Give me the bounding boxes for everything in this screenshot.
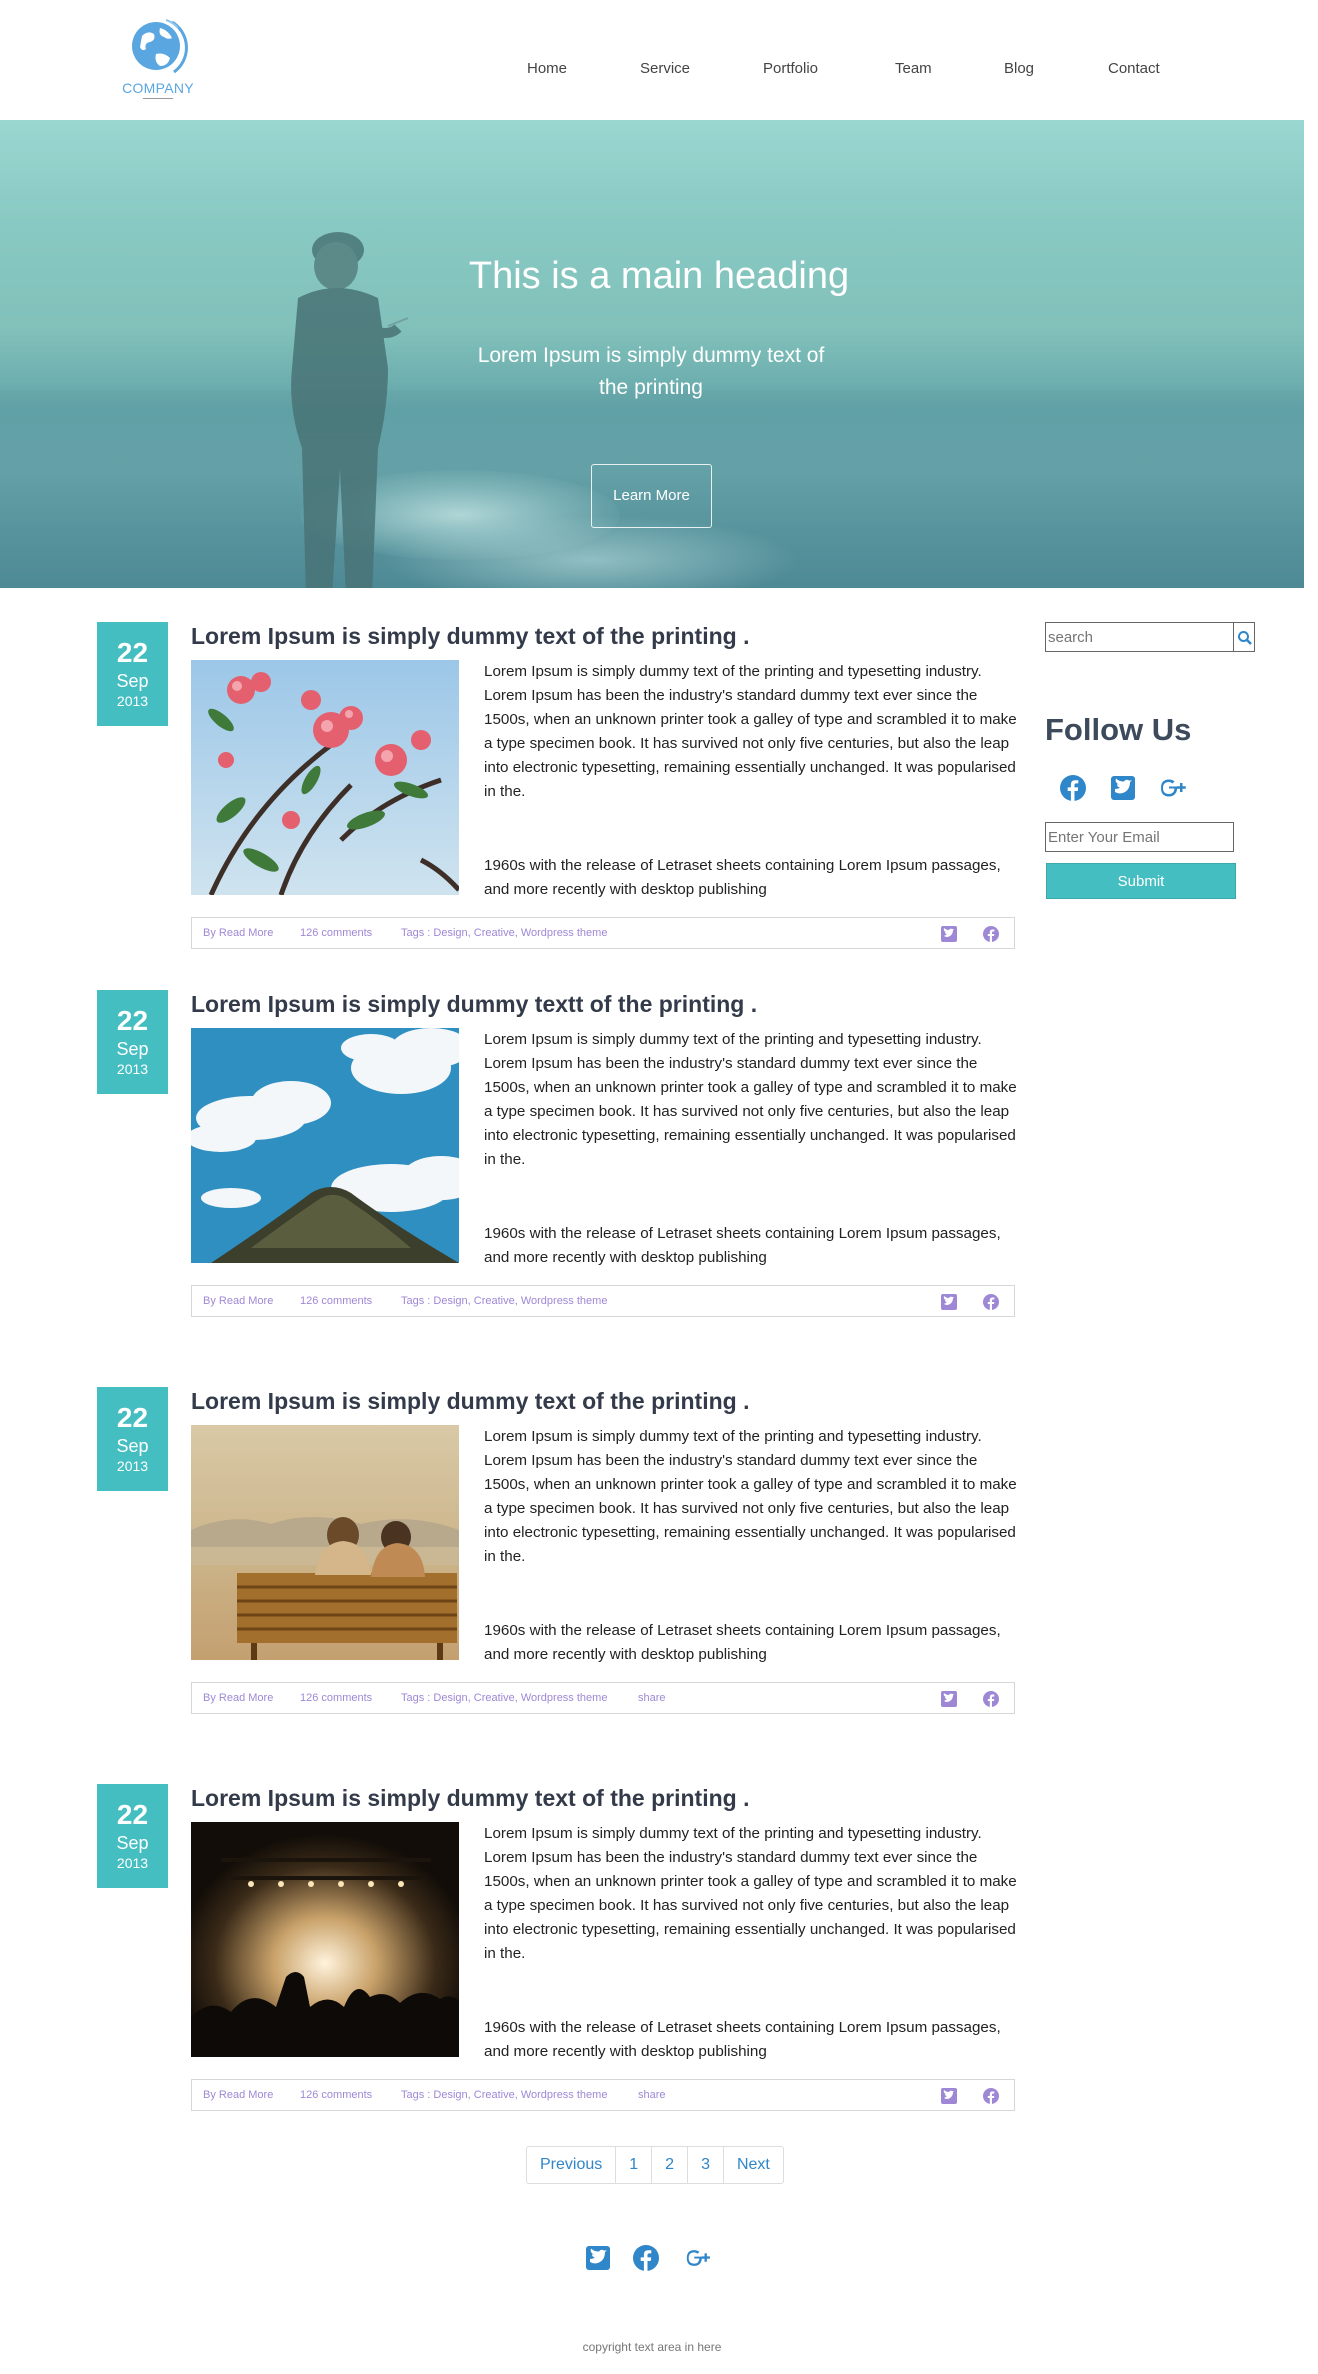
main-menu: Home Service Portfolio Team Blog Contact (0, 60, 1304, 80)
date-month: Sep (116, 1039, 149, 1059)
post-excerpt: Lorem Ipsum is simply dummy text of the … (484, 1825, 1017, 1962)
post-tags[interactable]: Tags : Design, Creative, Wordpress theme (401, 927, 607, 939)
post-excerpt-continued: 1960s with the release of Letraset sheet… (484, 857, 1001, 898)
google-plus-icon[interactable] (1158, 773, 1188, 803)
post-comments-link[interactable]: 126 comments (300, 1692, 372, 1704)
pagination-page-3[interactable]: 3 (687, 2147, 723, 2183)
twitter-icon[interactable] (940, 2087, 958, 2105)
date-year: 2013 (116, 1458, 149, 1474)
twitter-icon[interactable] (584, 2244, 612, 2272)
twitter-icon[interactable] (940, 1690, 958, 1708)
google-plus-icon[interactable] (684, 2244, 712, 2272)
pagination-next[interactable]: Next (722, 2147, 783, 2183)
post-tags[interactable]: Tags : Design, Creative, Wordpress theme (401, 2089, 607, 2101)
date-day: 22 (116, 637, 149, 668)
logo-tagline (143, 98, 173, 100)
date-month: Sep (116, 1833, 149, 1853)
company-name: COMPANY (122, 80, 194, 96)
post-meta-bar: By Read More 126 comments Tags : Design,… (191, 2079, 1015, 2111)
search-icon (1238, 631, 1252, 645)
date-day: 22 (116, 1402, 149, 1433)
date-day: 22 (116, 1799, 149, 1830)
email-field[interactable] (1045, 822, 1234, 852)
date-year: 2013 (116, 693, 149, 709)
learn-more-button[interactable]: Learn More (591, 464, 712, 528)
facebook-icon[interactable] (982, 1690, 1000, 1708)
post-excerpt-continued: 1960s with the release of Letraset sheet… (484, 1225, 1001, 1266)
post-excerpt: Lorem Ipsum is simply dummy text of the … (484, 1428, 1017, 1565)
search-button[interactable] (1234, 622, 1255, 652)
post-meta-bar: By Read More 126 comments Tags : Design,… (191, 1285, 1015, 1317)
post-meta-bar: By Read More 126 comments Tags : Design,… (191, 1682, 1015, 1714)
twitter-icon[interactable] (940, 1293, 958, 1311)
top-navbar: COMPANY Home Service Portfolio Team Blog… (0, 0, 1304, 120)
post-excerpt-continued: 1960s with the release of Letraset sheet… (484, 2019, 1001, 2060)
search-input[interactable] (1045, 622, 1234, 652)
post-title[interactable]: Lorem Ipsum is simply dummy text of the … (191, 1388, 749, 1415)
date-year: 2013 (116, 1061, 149, 1077)
post-share-link[interactable]: share (638, 2089, 666, 2101)
date-badge: 22 Sep 2013 (97, 622, 168, 726)
copyright-text: copyright text area in here (582, 2340, 722, 2354)
post-tags[interactable]: Tags : Design, Creative, Wordpress theme (401, 1692, 607, 1704)
post-comments-link[interactable]: 126 comments (300, 927, 372, 939)
post-tags[interactable]: Tags : Design, Creative, Wordpress theme (401, 1295, 607, 1307)
pagination-previous[interactable]: Previous (527, 2147, 615, 2183)
post-meta-bar: By Read More 126 comments Tags : Design,… (191, 917, 1015, 949)
post-comments-link[interactable]: 126 comments (300, 1295, 372, 1307)
hero-heading: This is a main heading (468, 255, 850, 297)
post-comments-link[interactable]: 126 comments (300, 2089, 372, 2101)
nav-home[interactable]: Home (527, 60, 567, 77)
post-excerpt-continued: 1960s with the release of Letraset sheet… (484, 1622, 1001, 1663)
twitter-icon[interactable] (1108, 773, 1138, 803)
follow-us-heading: Follow Us (1045, 712, 1192, 747)
date-badge: 22 Sep 2013 (97, 1784, 168, 1888)
date-month: Sep (116, 671, 149, 691)
flowers-photo[interactable] (191, 660, 459, 895)
post-title[interactable]: Lorem Ipsum is simply dummy textt of the… (191, 991, 757, 1018)
post-title[interactable]: Lorem Ipsum is simply dummy text of the … (191, 623, 749, 650)
post-excerpt: Lorem Ipsum is simply dummy text of the … (484, 663, 1017, 800)
pagination-page-1[interactable]: 1 (615, 2147, 651, 2183)
date-badge: 22 Sep 2013 (97, 1387, 168, 1491)
nav-blog[interactable]: Blog (1004, 60, 1034, 77)
date-month: Sep (116, 1436, 149, 1456)
sky-hill-photo[interactable] (191, 1028, 459, 1263)
date-year: 2013 (116, 1855, 149, 1871)
concert-photo[interactable] (191, 1822, 459, 2057)
nav-portfolio[interactable]: Portfolio (763, 60, 818, 77)
post-author-link[interactable]: By Read More (203, 1692, 273, 1704)
facebook-icon[interactable] (982, 925, 1000, 943)
nav-team[interactable]: Team (895, 60, 932, 77)
post-author-link[interactable]: By Read More (203, 2089, 273, 2101)
hero-subtitle: Lorem Ipsum is simply dummy text of the … (477, 344, 825, 399)
date-day: 22 (116, 1005, 149, 1036)
post-share-link[interactable]: share (638, 1692, 666, 1704)
submit-button[interactable]: Submit (1046, 863, 1236, 899)
post-excerpt: Lorem Ipsum is simply dummy text of the … (484, 1031, 1017, 1168)
post-author-link[interactable]: By Read More (203, 1295, 273, 1307)
pagination: Previous 1 2 3 Next (526, 2146, 784, 2184)
facebook-icon[interactable] (982, 1293, 1000, 1311)
post-title[interactable]: Lorem Ipsum is simply dummy text of the … (191, 1785, 749, 1812)
facebook-icon[interactable] (632, 2244, 660, 2272)
nav-service[interactable]: Service (640, 60, 690, 77)
twitter-icon[interactable] (940, 925, 958, 943)
post-author-link[interactable]: By Read More (203, 927, 273, 939)
facebook-icon[interactable] (1058, 773, 1088, 803)
date-badge: 22 Sep 2013 (97, 990, 168, 1094)
facebook-icon[interactable] (982, 2087, 1000, 2105)
nav-contact[interactable]: Contact (1108, 60, 1160, 77)
bench-couple-photo[interactable] (191, 1425, 459, 1660)
pagination-page-2[interactable]: 2 (651, 2147, 687, 2183)
